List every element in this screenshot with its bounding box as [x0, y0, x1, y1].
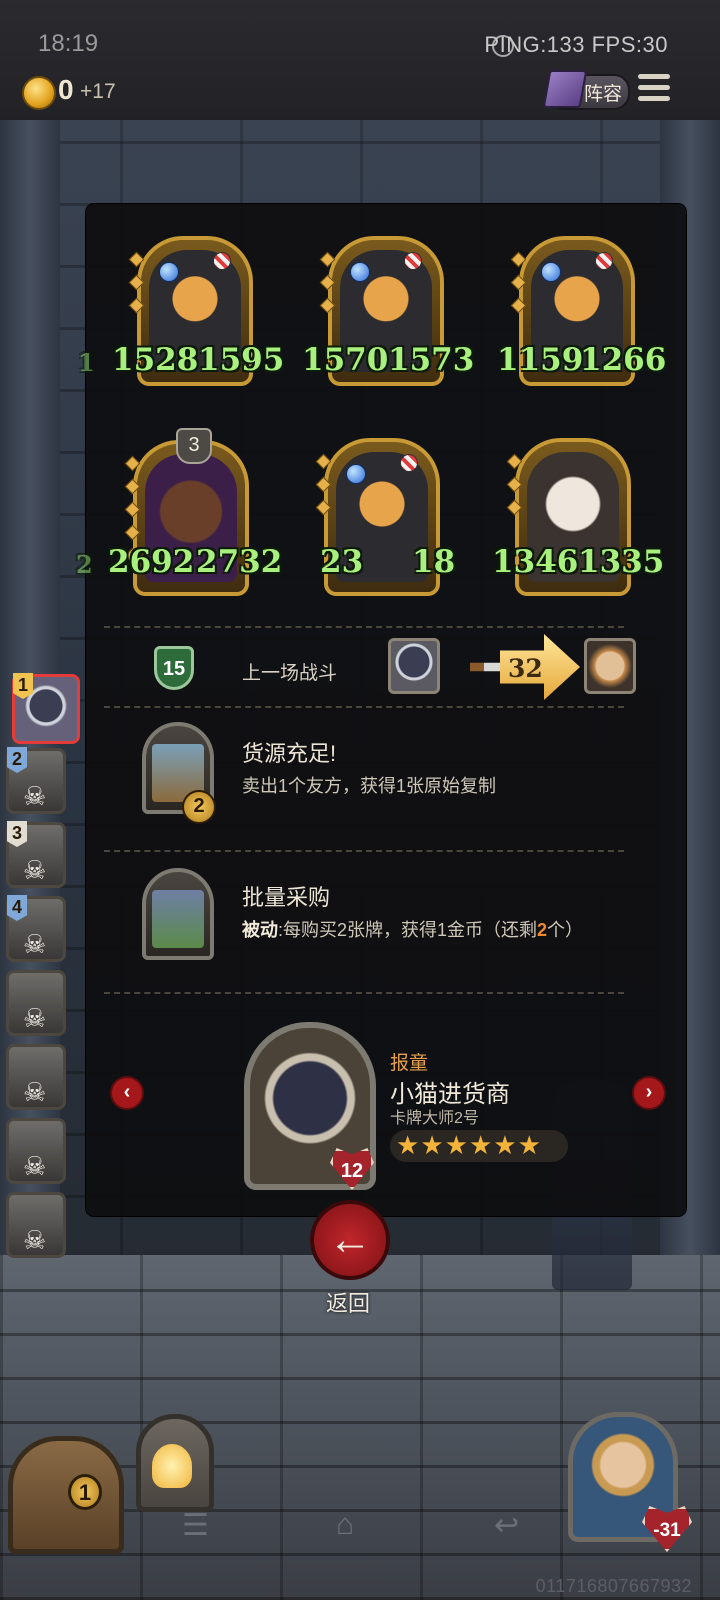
level-shield-badge: 15 [154, 646, 194, 690]
ball-icon [595, 252, 613, 270]
hero-subtitle: 卡牌大师2号 [390, 1110, 479, 1127]
rank-badge: 2 [7, 747, 27, 773]
roster-item-3[interactable]: 3 ☠ [6, 821, 66, 888]
blue-gem-icon [350, 262, 370, 282]
ability-2-desc-suffix: 个） [547, 920, 584, 940]
tier-pips [506, 453, 523, 525]
skull-icon: ☠ [23, 1151, 47, 1181]
card-4-attack: 2692 [108, 544, 195, 580]
remaining-count: 2 [537, 920, 548, 940]
blue-gem-icon [159, 262, 179, 282]
star-icon: ★ [396, 1130, 420, 1160]
edge-stat-fragment: 1 [78, 348, 95, 377]
ball-icon [400, 454, 418, 472]
tier-pips [319, 251, 336, 323]
ability-1-title: 货源充足! [242, 741, 337, 766]
back-nav-icon[interactable]: ↩ [494, 1508, 519, 1543]
last-battle-label: 上一场战斗 [242, 663, 338, 684]
skull-icon: ☠ [23, 855, 47, 885]
lineup-label[interactable]: 阵容 [584, 79, 622, 106]
tier-pips [510, 251, 527, 323]
star-icon: ★ [420, 1130, 444, 1160]
star-rating: ★★★★★★ [390, 1130, 568, 1162]
roster-item-6[interactable]: ☠ [6, 1044, 66, 1110]
star-icon: ★ [493, 1130, 517, 1160]
home-nav-icon[interactable]: ⌂ [336, 1508, 354, 1542]
star-icon: ★ [444, 1130, 468, 1160]
card-4-health: 2732 [196, 544, 283, 580]
skull-icon: ☠ [23, 1003, 47, 1033]
shop-chest-button[interactable] [8, 1436, 124, 1554]
rank-badge: 4 [7, 895, 27, 921]
refresh-count-badge: 1 [68, 1474, 102, 1510]
edge-stat-fragment: 2 [76, 550, 93, 579]
card-1-health: 1595 [198, 342, 285, 378]
gold-count: 0 [58, 74, 74, 105]
hero-tag: 报童 [390, 1053, 429, 1074]
blue-gem-icon [541, 262, 561, 282]
next-arrow-button[interactable]: › [632, 1076, 666, 1110]
tier-pips [128, 251, 145, 323]
divider [104, 706, 624, 708]
rank-badge: 1 [13, 673, 33, 699]
skull-icon: ☠ [23, 781, 47, 811]
return-button[interactable]: ← [310, 1200, 390, 1280]
card-3-health: 1266 [580, 342, 667, 378]
ability-2-title: 批量采购 [242, 885, 331, 910]
card-1-attack: 1528 [112, 342, 199, 378]
roster-item-1[interactable]: 1 [12, 673, 80, 744]
card-5-attack: 23 [320, 544, 364, 580]
ball-icon [404, 252, 422, 270]
ability-1-desc: 卖出1个友方，获得1张原始复制 [242, 776, 497, 796]
rank-badge: 3 [7, 821, 27, 847]
card-4-tier-badge: 3 [176, 428, 212, 464]
star-icon: ★ [468, 1130, 493, 1160]
crown-coin-icon [22, 76, 56, 110]
status-time: 18:19 [38, 30, 99, 57]
menu-icon[interactable] [638, 74, 670, 104]
ball-icon [213, 252, 231, 270]
card-3-attack: 1159 [497, 342, 584, 378]
card-2-attack: 1570 [302, 342, 389, 378]
star-icon: ★ [517, 1130, 541, 1160]
ability-2-icon[interactable] [142, 868, 214, 960]
passive-tag: 被动 [242, 920, 278, 940]
divider [104, 992, 624, 994]
gold-income: +17 [80, 80, 116, 103]
damage-value: 32 [508, 654, 543, 683]
opponent-thumbnail [584, 638, 636, 694]
own-hero-thumbnail [388, 638, 440, 694]
roster-item-5[interactable]: ☠ [6, 970, 66, 1036]
roster-item-8[interactable]: ☠ [6, 1192, 66, 1258]
ability-1-count: 2 [182, 790, 216, 824]
roster-item-7[interactable]: ☠ [6, 1118, 66, 1184]
ability-2-desc: 被动:每购买2张牌，获得1金币（还剩2个） [242, 916, 583, 942]
lightbulb-icon [152, 1444, 192, 1488]
build-id: 011716807667932 [535, 1576, 692, 1596]
skull-icon: ☠ [23, 1225, 47, 1255]
prev-arrow-button[interactable]: ‹ [110, 1076, 144, 1110]
card-6-health: 1335 [578, 544, 665, 580]
divider [104, 850, 624, 852]
recents-nav-icon[interactable]: ☰ [182, 1508, 209, 1543]
card-5-health: 18 [412, 544, 456, 580]
tier-pips [315, 453, 332, 525]
skull-icon: ☠ [23, 1077, 47, 1107]
skull-icon: ☠ [23, 929, 47, 959]
ping-fps-readout: PING:133 FPS:30 [484, 32, 668, 57]
card-2-health: 1573 [388, 342, 475, 378]
blue-gem-icon [346, 464, 366, 484]
roster-item-4[interactable]: 4 ☠ [6, 895, 66, 962]
return-label[interactable]: 返回 [326, 1286, 370, 1318]
card-6-attack: 1346 [492, 544, 579, 580]
divider [104, 626, 624, 628]
ability-2-desc-main: :每购买2张牌，获得1金币（还剩 [278, 920, 538, 940]
roster-item-2[interactable]: 2 ☠ [6, 747, 66, 814]
book-icon [542, 70, 588, 108]
